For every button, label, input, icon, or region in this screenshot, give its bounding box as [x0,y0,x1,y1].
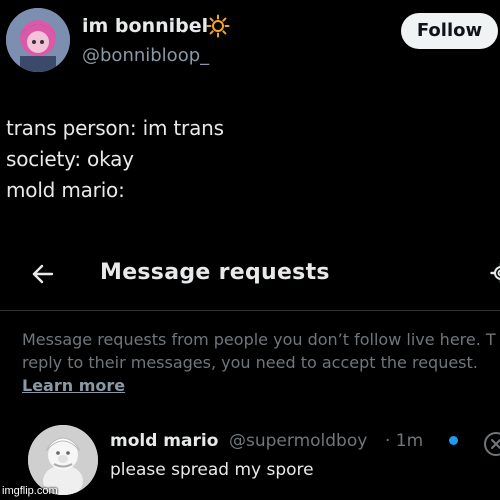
learn-more-link[interactable]: Learn more [22,376,125,395]
divider [0,310,500,311]
close-icon[interactable] [482,430,500,458]
info-text-line: Message requests from people you don’t f… [22,330,496,349]
dm-sender-handle[interactable]: @supermoldboy [229,431,367,451]
follow-button[interactable]: Follow [401,13,498,49]
unread-indicator [449,436,458,445]
tweet-text-line: trans person: im trans [6,116,224,140]
tweet-text-line: mold mario: [6,178,125,202]
user-handle[interactable]: @bonnibloop_ [82,45,209,66]
dm-timestamp: · 1m [385,431,424,451]
sun-icon [206,14,230,38]
tweet-text-line: society: okay [6,147,134,171]
info-text-line: reply to their messages, you need to acc… [22,353,478,372]
back-arrow-icon[interactable] [30,262,56,286]
gear-icon[interactable] [490,262,500,284]
dm-message-preview[interactable]: please spread my spore [110,460,314,480]
display-name[interactable]: im bonnibel [82,15,208,37]
watermark: imgflip.com [2,485,58,497]
dm-sender-name[interactable]: mold mario [110,431,218,451]
page-title: Message requests [100,260,330,285]
avatar[interactable] [6,8,70,72]
